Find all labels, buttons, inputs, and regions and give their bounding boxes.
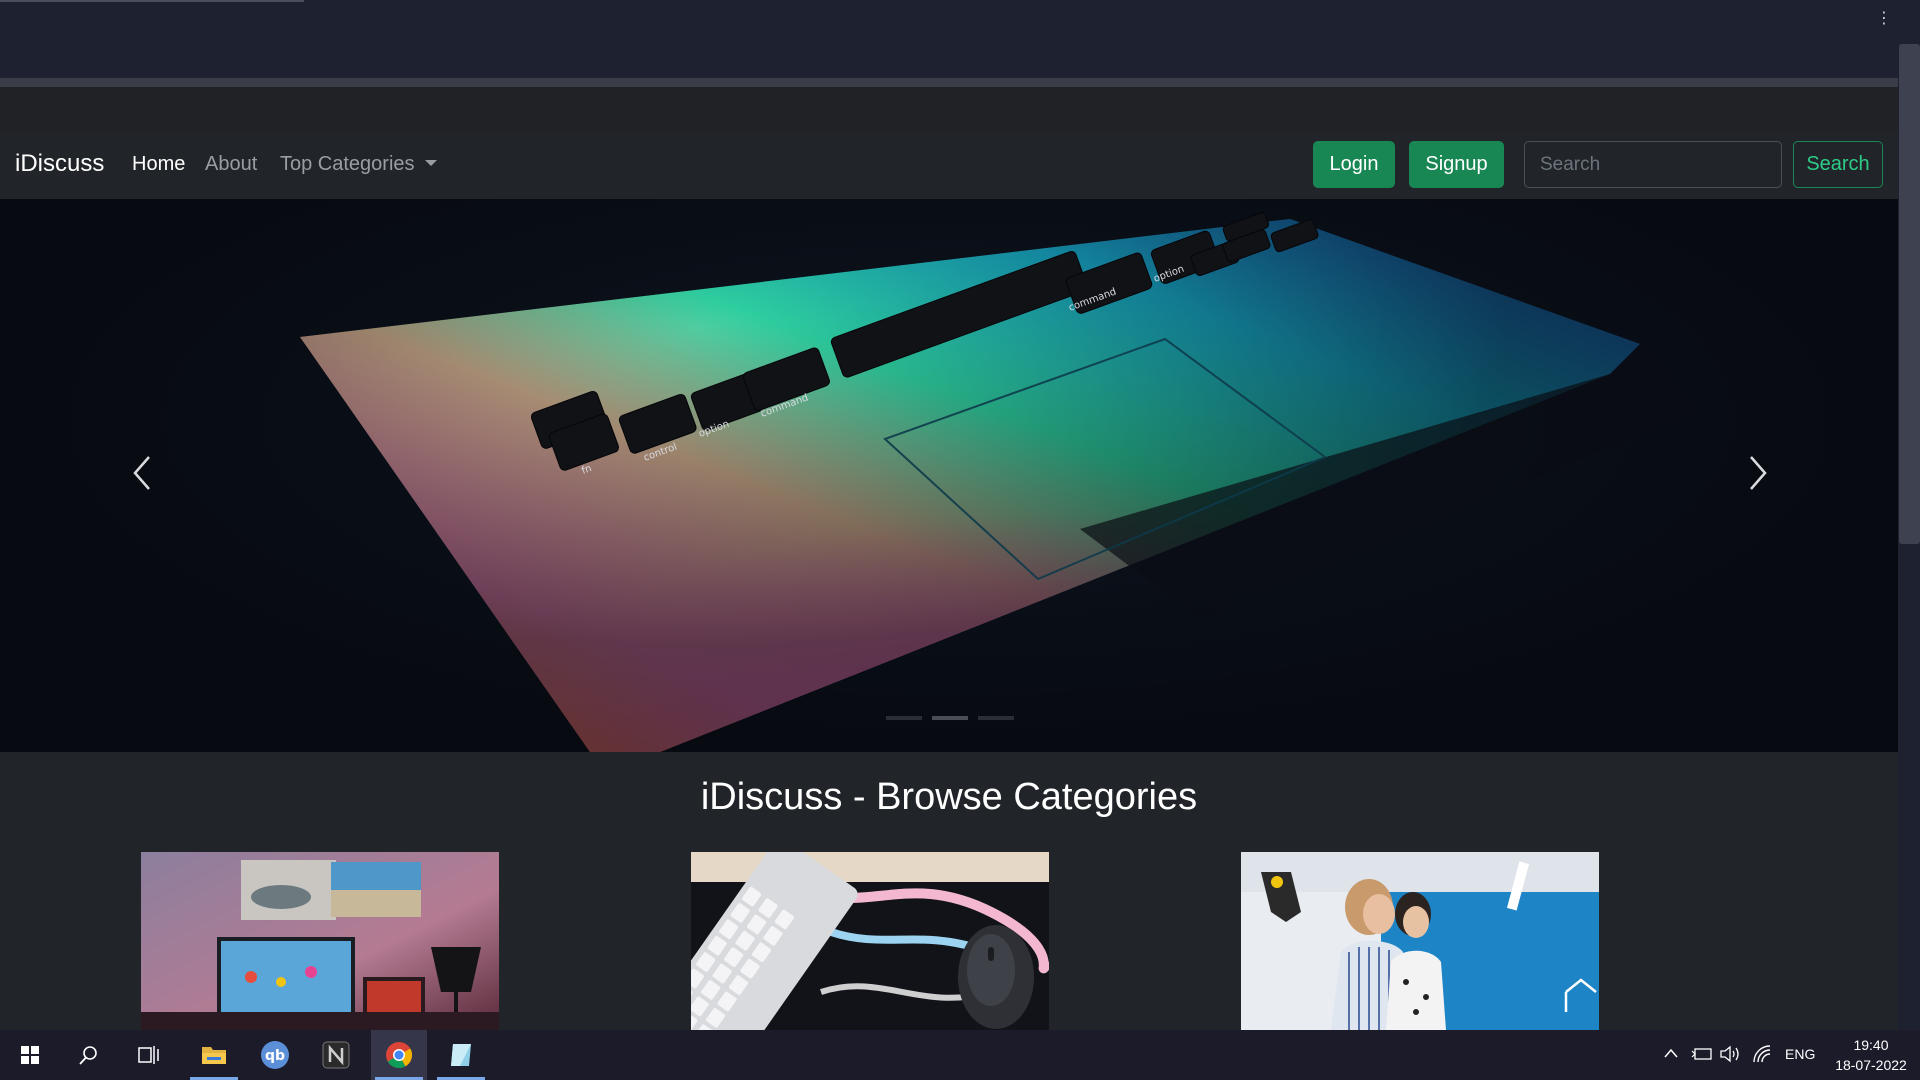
svg-text:qb: qb: [265, 1048, 285, 1064]
tab-indicator: [0, 0, 304, 2]
desk-setup-image: [141, 852, 499, 1030]
clock-time: 19:40: [1853, 1037, 1889, 1053]
file-explorer-icon: [202, 1047, 226, 1064]
search-icon: [79, 1046, 97, 1065]
nav-link-home[interactable]: Home: [132, 153, 185, 176]
qbittorrent-icon: qb: [261, 1041, 289, 1069]
chrome-icon: [386, 1042, 413, 1069]
volume-icon[interactable]: [1719, 1044, 1741, 1064]
nav-dropdown-top-categories[interactable]: Top Categories: [280, 153, 437, 176]
navbar: iDiscuss Home About Top Categories Login…: [0, 132, 1898, 199]
brand-logo[interactable]: iDiscuss: [15, 150, 104, 178]
carousel-next-button[interactable]: [1737, 443, 1777, 503]
task-view-icon: [138, 1046, 159, 1064]
category-card-image-2[interactable]: [691, 852, 1049, 1030]
nav-dropdown-label: Top Categories: [280, 153, 415, 175]
qbittorrent-button[interactable]: qb: [247, 1030, 303, 1080]
chevron-up-icon[interactable]: [1664, 1048, 1678, 1058]
nav-link-about[interactable]: About: [205, 153, 257, 176]
taskbar-clock[interactable]: 19:40 18-07-2022: [1826, 1035, 1916, 1075]
language-indicator[interactable]: ENG: [1785, 1046, 1815, 1062]
carousel-prev-button[interactable]: [123, 443, 163, 503]
laptop-image: fn control option command command option: [300, 212, 1700, 752]
scrollbar-thumb[interactable]: [1899, 44, 1920, 544]
battery-icon[interactable]: [1691, 1046, 1713, 1062]
browse-categories-section: iDiscuss - Browse Categories: [0, 752, 1898, 1030]
browser-divider: [0, 78, 1898, 87]
file-explorer-button[interactable]: [186, 1030, 242, 1080]
search-input[interactable]: [1524, 141, 1782, 188]
caret-down-icon: [424, 160, 437, 166]
app-icon: [451, 1044, 471, 1066]
notion-icon: [322, 1041, 350, 1069]
start-icon: [21, 1046, 39, 1064]
lab-people-image: [1241, 852, 1599, 1030]
browser-top-area: ⋮: [0, 0, 1898, 80]
carousel-indicators: [886, 716, 1014, 720]
section-title: iDiscuss - Browse Categories: [700, 776, 1198, 818]
app-button[interactable]: [433, 1030, 489, 1080]
wifi-icon[interactable]: [1752, 1044, 1772, 1064]
windows-taskbar: qb ENG 19:40 18-07-2022: [0, 1030, 1920, 1080]
category-card-image-3[interactable]: [1241, 852, 1599, 1030]
task-view-button[interactable]: [121, 1030, 177, 1080]
carousel-indicator-2[interactable]: [932, 716, 968, 720]
vertical-ellipsis-icon[interactable]: ⋮: [1876, 10, 1892, 26]
hero-carousel: fn control option command command option: [0, 199, 1898, 752]
category-card-image-1[interactable]: [141, 852, 499, 1030]
chrome-button[interactable]: [371, 1030, 427, 1080]
taskbar-search-button[interactable]: [61, 1030, 117, 1080]
clock-date: 18-07-2022: [1835, 1057, 1907, 1073]
carousel-indicator-3[interactable]: [978, 716, 1014, 720]
login-button[interactable]: Login: [1313, 141, 1395, 188]
start-button[interactable]: [2, 1030, 58, 1080]
keyboard-mouse-image: [691, 852, 1049, 1030]
search-button[interactable]: Search: [1793, 141, 1883, 188]
notion-button[interactable]: [308, 1030, 364, 1080]
signup-button[interactable]: Signup: [1409, 141, 1504, 188]
browser-strip: [0, 87, 1898, 132]
carousel-indicator-1[interactable]: [886, 716, 922, 720]
chevron-left-icon: [133, 456, 150, 490]
chevron-right-icon: [1750, 456, 1767, 490]
